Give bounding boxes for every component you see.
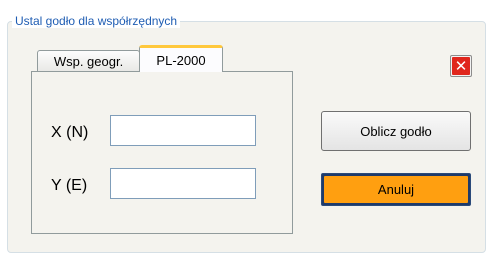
tab-pl-2000[interactable]: PL-2000 xyxy=(139,45,223,72)
tab-page-pl-2000: X (N) Y (E) xyxy=(31,71,293,234)
cancel-button[interactable]: Anuluj xyxy=(321,173,471,206)
tab-geographic[interactable]: Wsp. geogr. xyxy=(37,50,140,71)
dialog-panel: Ustal godło dla współrzędnych Wsp. geogr… xyxy=(0,0,489,256)
calculate-sheet-button[interactable]: Oblicz godło xyxy=(321,111,471,151)
x-field-label: X (N) xyxy=(51,124,89,141)
y-coordinate-input[interactable] xyxy=(110,168,256,199)
x-coordinate-input[interactable] xyxy=(110,115,256,146)
close-button[interactable]: ✕ xyxy=(450,55,472,77)
close-icon: ✕ xyxy=(452,57,470,75)
cancel-button-label: Anuluj xyxy=(324,176,468,203)
y-field-label: Y (E) xyxy=(51,177,88,194)
groupbox-title: Ustal godło dla współrzędnych xyxy=(12,14,181,28)
